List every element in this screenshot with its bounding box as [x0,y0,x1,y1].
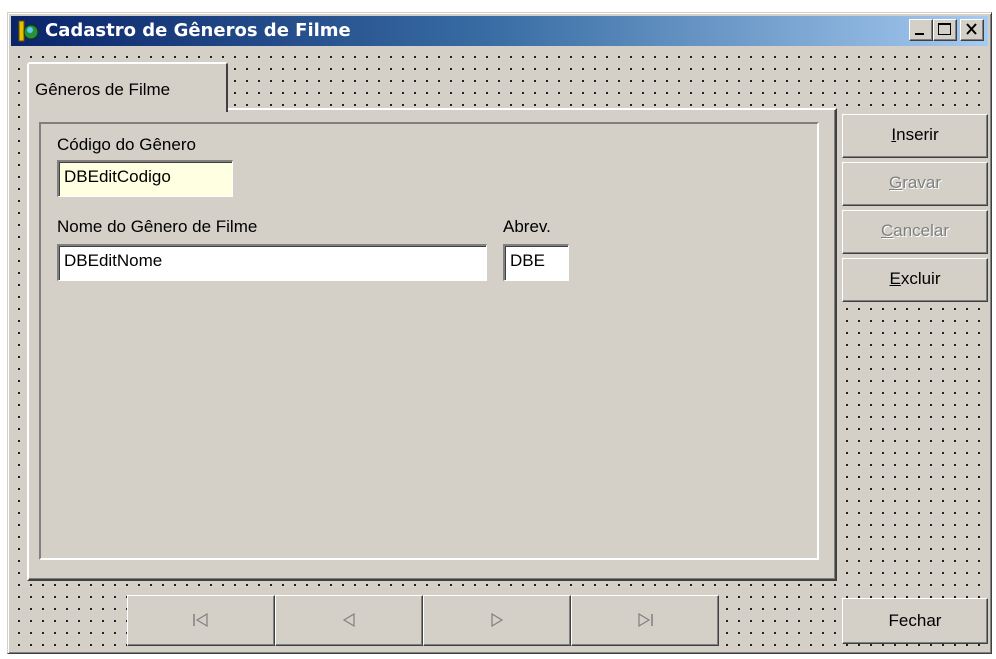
fechar-button[interactable]: Fechar [842,598,988,644]
db-navigator [127,595,719,646]
minimize-icon [915,33,924,35]
nome-label: Nome do Gênero de Filme [57,217,258,236]
last-record-button[interactable] [571,595,719,646]
tab-generos-de-filme[interactable]: Gêneros de Filme [27,62,228,112]
inserir-label: nserir [896,125,939,144]
minimize-button[interactable] [909,19,933,41]
app-icon [18,20,39,42]
inserir-button[interactable]: Inserir [842,114,988,158]
tab-label: Gêneros de Filme [35,80,171,99]
nome-field[interactable]: DBEditNome [57,244,487,281]
maximize-icon [938,23,951,35]
next-record-button[interactable] [423,595,571,646]
codigo-label: Código do Gênero [57,135,196,154]
excluir-label: xcluir [900,269,941,288]
last-record-icon [638,612,653,627]
gravar-button[interactable]: Gravar [842,162,988,206]
gravar-label: ravar [902,173,941,192]
close-button[interactable] [960,19,984,41]
title-bar[interactable]: Cadastro de Gêneros de Filme [11,16,988,46]
first-record-icon [193,612,208,627]
cancelar-label: ancelar [893,221,950,240]
cancelar-button[interactable]: Cancelar [842,210,988,254]
maximize-button[interactable] [933,19,957,41]
gravar-accel: G [889,173,903,192]
abrev-field[interactable]: DBE [503,244,569,281]
prior-record-button[interactable] [275,595,423,646]
next-record-icon [491,612,504,627]
codigo-field[interactable]: DBEditCodigo [57,160,233,197]
excluir-accel: E [889,269,901,288]
abrev-label: Abrev. [503,217,551,236]
close-icon [966,23,977,35]
prior-record-icon [342,612,355,627]
first-record-button[interactable] [127,595,275,646]
window-title: Cadastro de Gêneros de Filme [45,20,351,41]
cancelar-accel: C [880,221,894,240]
excluir-button[interactable]: Excluir [842,258,988,302]
